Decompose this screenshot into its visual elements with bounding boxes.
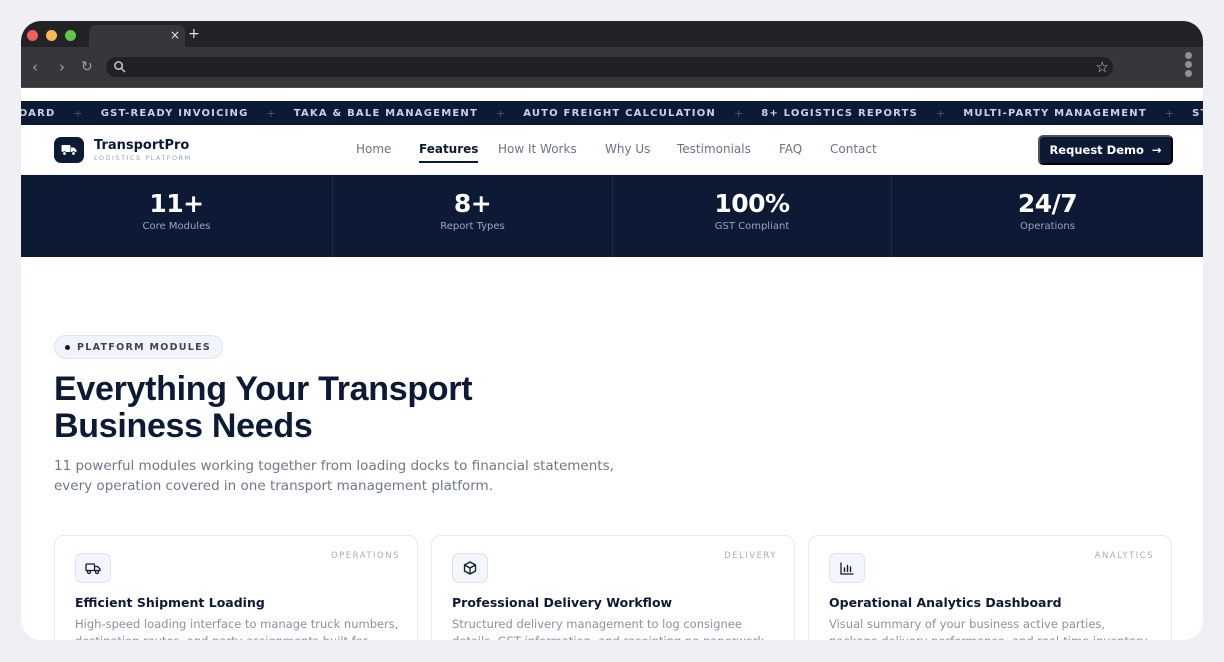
section-headline: Everything Your Transport Business Needs [54,371,614,445]
ticker-item: GST-READY INVOICING [100,107,249,119]
card-category: OPERATIONS [330,551,400,561]
ticker-item: AUTO FREIGHT CALCULATION [523,107,716,119]
stats-band: 11+ Core Modules 8+ Report Types 100% GS… [21,175,1203,257]
badge-dot-icon [65,344,70,350]
card-icon-box [452,553,488,583]
new-tab-button[interactable]: + [188,26,200,42]
ticker-item: 8+ LOGISTICS REPORTS [761,107,919,119]
package-icon [463,561,477,575]
ticker-separator-icon: + [495,106,506,120]
card-category: ANALYTICS [1094,551,1154,561]
headline-line-2: Business Needs [54,407,313,445]
card-icon-box [75,553,111,583]
nav-link-contact[interactable]: Contact [830,142,877,156]
stat-label: Operations [1020,221,1075,232]
web-page: ASHBOARD + GST-READY INVOICING + TAKA & BALE… [21,101,1203,640]
close-window-button[interactable] [27,30,38,41]
bookmark-star-icon[interactable]: ☆ [1096,58,1109,76]
stat-value: 24/7 [1017,189,1078,218]
card-title: Professional Delivery Workflow [452,595,673,610]
ticker-separator-icon: + [266,106,276,120]
stat-report-types: 8+ Report Types [333,175,613,257]
ticker-track: ASHBOARD + GST-READY INVOICING + TAKA & BALE… [21,101,1203,125]
badge-text: PLATFORM MODULES [77,341,212,353]
ticker-separator-icon: + [733,106,744,120]
request-demo-label: Request Demo [1049,143,1144,157]
card-description: Structured delivery management to log co… [452,617,764,640]
maximize-window-button[interactable] [65,30,76,41]
feature-ticker: ASHBOARD + GST-READY INVOICING + TAKA & BALE… [21,101,1203,125]
stat-value: 8+ [453,189,492,218]
main-navigation: Home Features How It Works Why Us Testim… [21,125,1203,175]
nav-link-home[interactable]: Home [356,142,391,156]
browser-tab[interactable]: × [89,25,185,47]
stat-operations: 24/7 Operations [892,175,1203,257]
card-title: Efficient Shipment Loading [75,595,265,610]
ticker-separator-icon: + [1164,106,1175,120]
stat-value: 11+ [149,189,204,218]
card-category: DELIVERY [724,551,777,561]
nav-link-testimonials[interactable]: Testimonials [677,142,751,156]
card-description: High-speed loading interface to manage t… [75,617,399,640]
address-bar[interactable]: ☆ [106,57,1113,77]
stat-value: 100% [714,189,790,218]
section-subhead: 11 powerful modules working together fro… [54,458,614,494]
bar-chart-icon [840,561,854,575]
nav-link-how-it-works[interactable]: How It Works [498,142,577,156]
tab-close-icon[interactable]: × [170,28,180,42]
card-title: Operational Analytics Dashboard [829,595,1062,610]
feature-card-delivery-workflow[interactable]: DELIVERY Professional Delivery Workflow … [431,535,795,640]
nav-link-label: Features [419,142,479,156]
search-icon [114,61,126,73]
nav-link-features[interactable]: Features [419,142,479,163]
back-button[interactable]: ‹ [32,58,38,76]
reload-button[interactable]: ↻ [81,58,93,76]
browser-tabbar: × + [21,21,1203,47]
forward-button[interactable]: › [59,58,65,76]
browser-toolbar: ‹ › ↻ ☆ [21,47,1203,88]
stat-label: Report Types [440,221,505,232]
ticker-item: ASHBOARD [21,107,56,119]
ticker-separator-icon: + [936,106,946,120]
minimize-window-button[interactable] [46,30,57,41]
card-description: Visual summary of your business active p… [829,617,1148,640]
stat-gst-compliant: 100% GST Compliant [613,175,892,257]
active-nav-underline [419,161,479,163]
ticker-item: STAND [1192,107,1203,119]
ticker-item: TAKA & BALE MANAGEMENT [293,107,478,119]
features-section: PLATFORM MODULES Everything Your Transpo… [21,257,1203,640]
ticker-item: MULTI-PARTY MANAGEMENT [963,107,1147,119]
request-demo-button[interactable]: Request Demo → [1038,135,1173,165]
headline-line-1: Everything Your Transport [54,370,473,408]
stat-label: Core Modules [142,221,211,232]
nav-link-faq[interactable]: FAQ [779,142,802,156]
browser-menu-icon[interactable] [1185,52,1193,78]
arrow-right-icon: → [1151,143,1162,157]
truck-icon [85,562,101,574]
nav-link-why-us[interactable]: Why Us [605,142,650,156]
site-header: TransportPro LOGISTICS PLATFORM Home Fea… [21,125,1203,175]
browser-window: × + ‹ › ↻ ☆ ASHBOARD + GST-READY INVOICING… [21,21,1203,640]
stat-label: GST Compliant [714,221,790,232]
feature-card-analytics-dashboard[interactable]: ANALYTICS Operational Analytics Dashboar… [808,535,1172,640]
feature-card-shipment-loading[interactable]: OPERATIONS Efficient Shipment Loading Hi… [54,535,418,640]
ticker-separator-icon: + [73,106,83,120]
section-badge: PLATFORM MODULES [54,335,224,359]
card-icon-box [829,553,865,583]
stat-core-modules: 11+ Core Modules [21,175,333,257]
